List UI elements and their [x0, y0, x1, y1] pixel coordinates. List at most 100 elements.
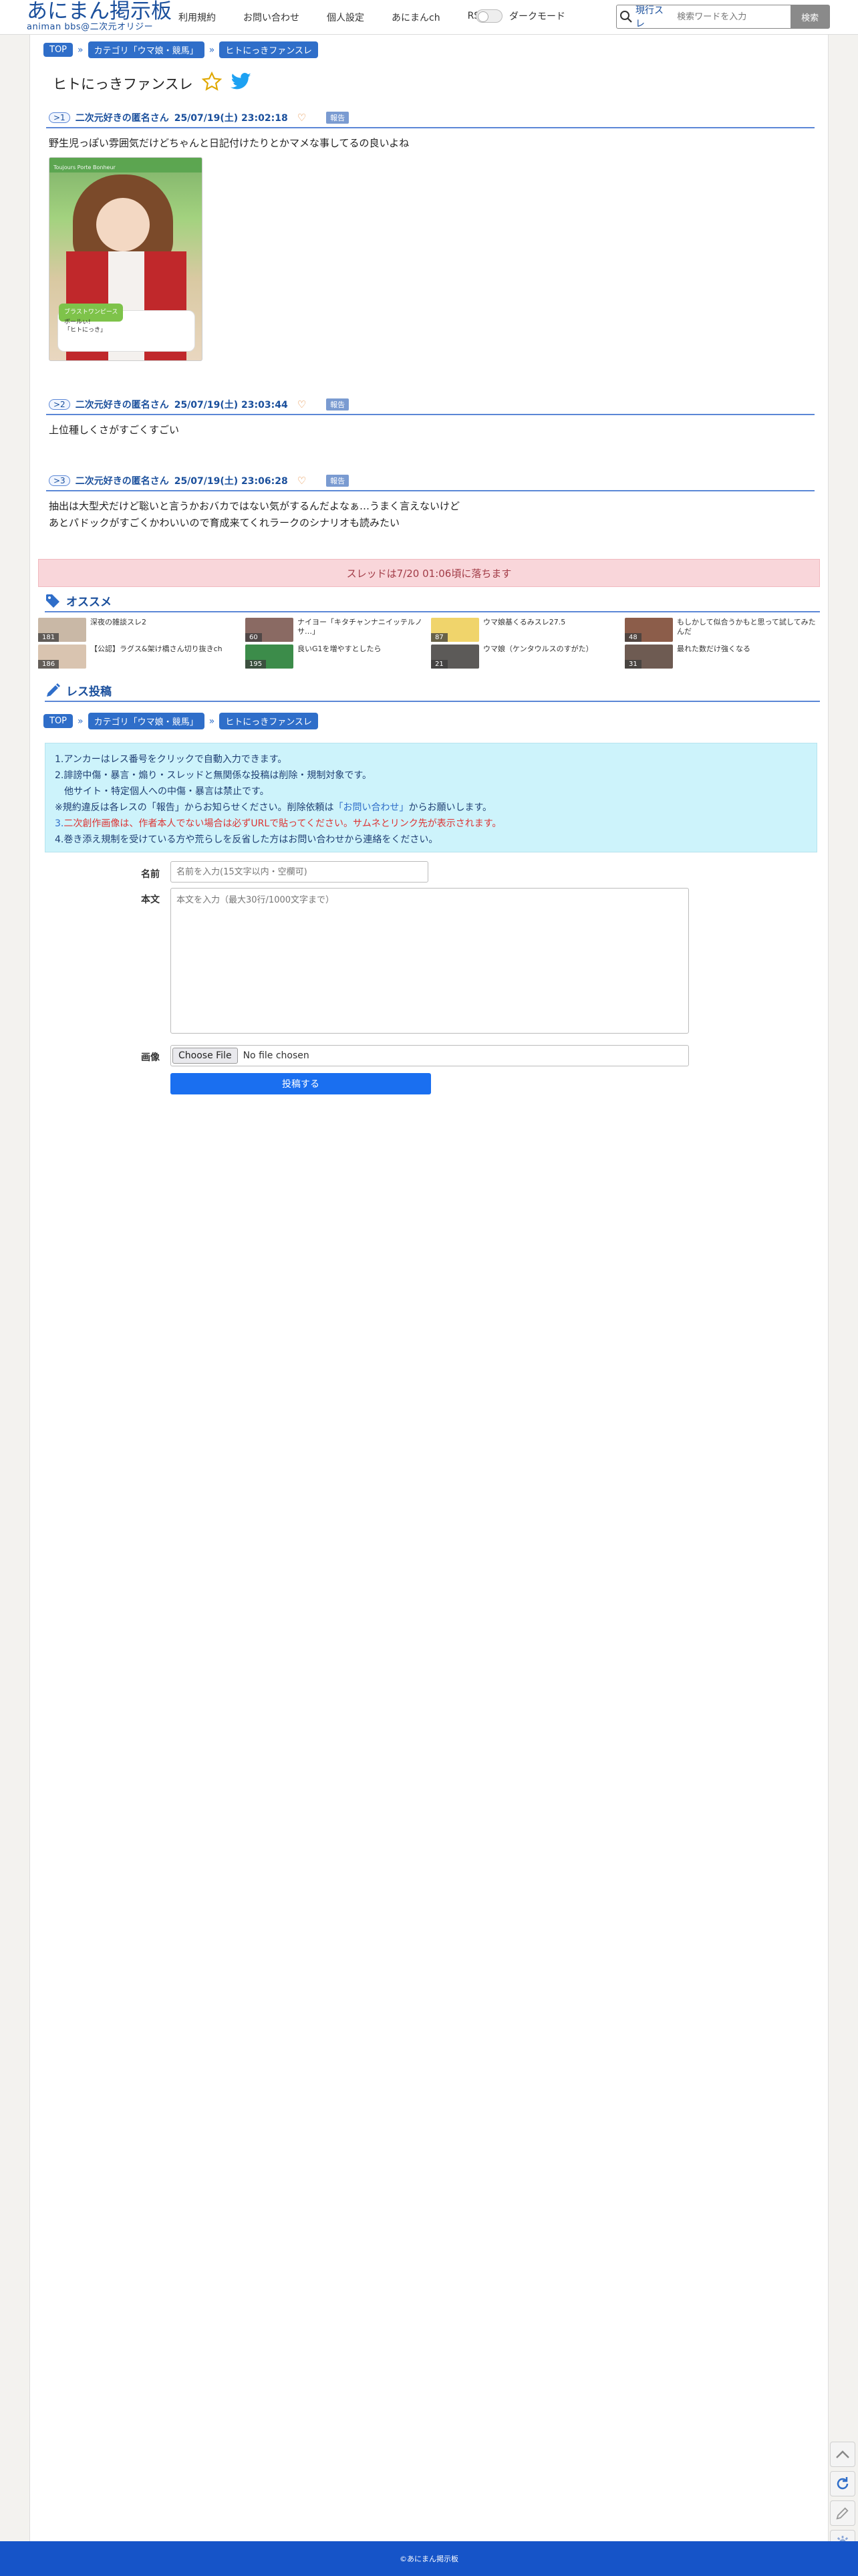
breadcrumb-category[interactable]: カテゴリ「ウマ娘・競馬」: [88, 41, 204, 58]
reload-button[interactable]: [830, 2471, 855, 2496]
nav-contact[interactable]: お問い合わせ: [243, 11, 299, 24]
nav-animanch[interactable]: あにまんch: [392, 11, 440, 24]
breadcrumb-separator: »: [208, 715, 215, 727]
post-text-line: あとパドックがすごくかわいいので育成来てくれラークのシナリオも読みたい: [49, 517, 400, 529]
post-body: 上位種しくさがすごくすごい: [46, 415, 815, 445]
post-text-line: 上位種しくさがすごくすごい: [49, 424, 180, 436]
post-body: 抽出は大型犬だけど聡いと言うかおバカではない気がするんだよなぁ…うまく言えないけ…: [46, 491, 815, 538]
post-form-title: レス投稿: [66, 685, 112, 699]
darkmode-switch[interactable]: ダークモード: [476, 9, 565, 23]
post-image-thumbnail[interactable]: Toujours Porte Bonheur ブラストワンピース ボールぃ! 「…: [49, 157, 202, 361]
comment-count: 181: [38, 633, 59, 642]
recommend-item[interactable]: 48 もしかして似合うかもと思って試してみたんだ: [625, 618, 819, 642]
recommend-item[interactable]: 31 最れた数だけ強くなる: [625, 645, 819, 669]
post-3: >3 二次元好きの匿名さん 25/07/19(土) 23:06:28 ♡ 報告 …: [46, 471, 815, 538]
res-number[interactable]: >1: [49, 112, 70, 123]
search-icon: [617, 7, 635, 27]
comment-count: 195: [245, 660, 267, 669]
recommend-item[interactable]: 60 ナイヨー「キタチャンナニイッテルノサ…」: [245, 618, 432, 642]
recommend-thumbnail: 186: [38, 645, 86, 669]
breadcrumb-top[interactable]: TOP: [43, 43, 74, 57]
image-label: 画像: [141, 1052, 160, 1063]
post-date: 25/07/19(土) 23:06:28: [174, 476, 288, 487]
post-2: >2 二次元好きの匿名さん 25/07/19(土) 23:03:44 ♡ 報告 …: [46, 395, 815, 445]
breadcrumb-thread[interactable]: ヒトにっきファンスレ: [219, 713, 318, 729]
thumb-bubble-line: 「ヒトにっき」: [64, 327, 107, 334]
copyright: ©あにまん掲示板: [400, 2555, 458, 2563]
recommend-item-title: もしかして似合うかもと思って試してみたんだ: [677, 618, 816, 636]
body-label: 本文: [141, 895, 160, 905]
breadcrumb-separator: »: [78, 715, 84, 727]
recommend-item[interactable]: 186 【公認】ラグス&架け橋さん切り抜きch: [38, 645, 239, 669]
nav-settings[interactable]: 個人設定: [327, 11, 364, 24]
recommend-item[interactable]: 195 良いG1を増やすとしたら: [245, 645, 432, 669]
breadcrumb-top[interactable]: TOP: [43, 714, 74, 728]
rule-warning: 二次創作画像は、作者本人でない場合は必ずURLで貼ってください。サムネとリンク先…: [63, 818, 502, 829]
name-input[interactable]: [170, 861, 428, 883]
comment-count: 48: [625, 633, 641, 642]
comment-count: 186: [38, 660, 59, 669]
recommend-item-title: 深夜の雑談スレ2: [90, 618, 146, 626]
breadcrumb-thread[interactable]: ヒトにっきファンスレ: [219, 41, 318, 58]
submit-button[interactable]: 投稿する: [170, 1073, 431, 1094]
top-bar: あにまん掲示板 animan bbs@二次元オリジー 利用規約 お問い合わせ 個…: [0, 0, 858, 35]
recommend-thumbnail: 181: [38, 618, 86, 642]
search-scope[interactable]: 現行スレ: [635, 3, 670, 30]
report-button[interactable]: 報告: [326, 398, 349, 411]
search-input[interactable]: [677, 7, 791, 27]
comment-count: 31: [625, 660, 641, 669]
post-body: 野生児っぽい雰囲気だけどちゃんと日記付けたりとかマメな事してるの良いよね Tou…: [46, 128, 815, 368]
nav-terms[interactable]: 利用規約: [178, 11, 216, 24]
name-label: 名前: [141, 869, 160, 880]
scroll-top-button[interactable]: [830, 2442, 855, 2467]
recommend-item-title: ウマ娘（ケンタウルスのすがた）: [483, 645, 593, 653]
body-textarea[interactable]: [170, 888, 689, 1034]
recommend-item[interactable]: 87 ウマ娘基くるみスレ27.5: [431, 618, 618, 642]
recommend-item-title: 良いG1を増やすとしたら: [297, 645, 382, 653]
image-file-input[interactable]: Choose File No file chosen: [170, 1045, 689, 1066]
breadcrumb: TOP » カテゴリ「ウマ娘・競馬」 » ヒトにっきファンスレ: [43, 713, 318, 729]
like-heart-icon[interactable]: ♡: [297, 398, 306, 411]
thread-title-row: ヒトにっきファンスレ: [53, 71, 252, 96]
poster-name: 二次元好きの匿名さん: [75, 400, 169, 411]
recommend-header: オススメ: [45, 592, 820, 612]
recommend-item-title: 最れた数だけ強くなる: [677, 645, 750, 653]
thumb-banner: Toujours Porte Bonheur: [49, 158, 202, 172]
res-number[interactable]: >3: [49, 475, 70, 486]
rule-line: ※規約違反は各レスの「報告」からお知らせください。削除依頼は「お問い合わせ」から…: [55, 800, 807, 816]
rule-line: 3.二次創作画像は、作者本人でない場合は必ずURLで貼ってください。サムネとリン…: [55, 816, 807, 832]
breadcrumb-category[interactable]: カテゴリ「ウマ娘・競馬」: [88, 713, 204, 729]
recommend-thumbnail: 21: [431, 645, 479, 669]
contact-link[interactable]: 「お問い合わせ」: [333, 802, 408, 813]
post-date: 25/07/19(土) 23:03:44: [174, 400, 288, 411]
footer: ©あにまん掲示板: [0, 2541, 858, 2576]
recommend-item[interactable]: 181 深夜の雑談スレ2: [38, 618, 225, 642]
recommend-item-title: ウマ娘基くるみスレ27.5: [483, 618, 566, 626]
choose-file-button[interactable]: Choose File: [172, 1048, 238, 1064]
search-button[interactable]: 検索: [791, 5, 829, 28]
write-button[interactable]: [830, 2500, 855, 2526]
favorite-star-icon[interactable]: [201, 71, 223, 96]
report-button[interactable]: 報告: [326, 112, 349, 124]
twitter-share-icon[interactable]: [230, 72, 252, 94]
reload-icon: [837, 2477, 849, 2490]
rule-line: 1.アンカーはレス番号をクリックで自動入力できます。: [55, 754, 287, 765]
posting-rules: 1.アンカーはレス番号をクリックで自動入力できます。 2.誹謗中傷・暴言・煽り・…: [45, 743, 817, 852]
recommend-thumbnail: 195: [245, 645, 293, 669]
like-heart-icon[interactable]: ♡: [297, 475, 306, 487]
recommend-item[interactable]: 21 ウマ娘（ケンタウルスのすがた）: [431, 645, 618, 669]
recommend-thumbnail: 60: [245, 618, 293, 642]
main-nav: 利用規約 お問い合わせ 個人設定 あにまんch RSS: [178, 11, 513, 24]
like-heart-icon[interactable]: ♡: [297, 112, 306, 124]
res-number[interactable]: >2: [49, 399, 70, 410]
darkmode-toggle[interactable]: [476, 9, 503, 23]
report-button[interactable]: 報告: [326, 475, 349, 487]
poster-name: 二次元好きの匿名さん: [75, 113, 169, 124]
edit-icon: [836, 2507, 849, 2520]
post-header: >3 二次元好きの匿名さん 25/07/19(土) 23:06:28 ♡ 報告: [46, 471, 815, 491]
tag-icon: [46, 594, 59, 608]
recommend-thumbnail: 87: [431, 618, 479, 642]
site-logo[interactable]: あにまん掲示板 animan bbs@二次元オリジー: [27, 1, 172, 32]
comment-count: 60: [245, 633, 262, 642]
breadcrumb-separator: »: [208, 44, 215, 55]
